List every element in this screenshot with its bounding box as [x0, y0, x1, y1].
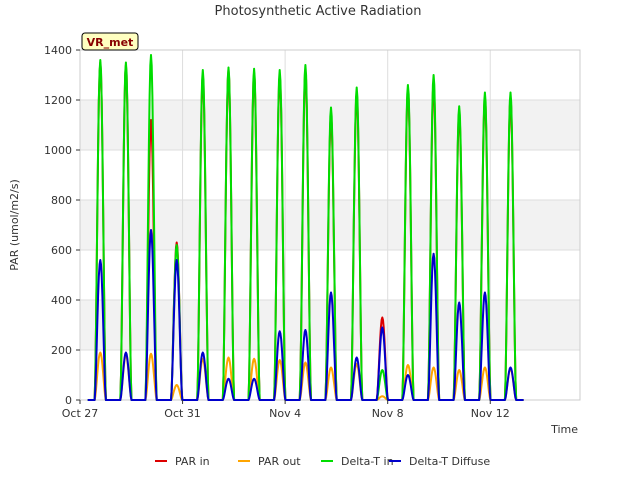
data-point	[150, 229, 152, 231]
data-point	[355, 86, 358, 89]
data-point	[125, 351, 127, 354]
data-point	[432, 74, 435, 76]
y-tick-label: 1200	[44, 94, 72, 107]
data-point	[227, 377, 230, 380]
data-point	[99, 351, 102, 354]
data-point	[458, 369, 461, 371]
data-point	[407, 84, 409, 86]
data-point	[407, 374, 409, 376]
x-tick-label: Nov 12	[471, 407, 510, 420]
data-point	[202, 351, 204, 354]
data-point	[509, 91, 512, 94]
x-tick-label: Nov 8	[372, 407, 404, 420]
data-point	[484, 91, 486, 94]
data-point	[304, 64, 307, 66]
data-point	[407, 364, 409, 366]
y-tick-label: 800	[51, 194, 72, 207]
data-point	[484, 291, 486, 294]
legend: PAR in PAR out Delta-T in Delta-T Diffuse	[155, 455, 490, 468]
y-tick-label: 600	[51, 244, 72, 257]
y-tick-label: 200	[51, 344, 72, 357]
x-tick-label: Oct 31	[164, 407, 201, 420]
data-point	[458, 301, 461, 304]
data-point	[304, 329, 307, 331]
site-label-badge: VR_met	[81, 32, 139, 51]
data-point	[150, 119, 152, 121]
data-point	[381, 326, 384, 329]
data-point	[330, 291, 332, 294]
data-point	[458, 105, 461, 108]
site-label-text: VR_met	[87, 36, 134, 49]
y-tick-label: 400	[51, 294, 72, 307]
data-point	[381, 395, 384, 398]
data-point	[381, 369, 384, 371]
data-point	[175, 259, 178, 261]
data-point	[253, 67, 255, 70]
y-axis-label: PAR (umol/m2/s)	[8, 179, 21, 271]
data-point	[381, 316, 384, 319]
data-point	[304, 361, 307, 364]
y-tick-label: 0	[65, 394, 72, 407]
data-point	[99, 59, 102, 61]
chart-title: Photosynthetic Active Radiation	[215, 4, 422, 19]
y-tick-label: 1400	[44, 44, 72, 57]
data-point	[278, 359, 281, 361]
x-axis-label: Time	[550, 423, 578, 436]
data-point	[125, 61, 127, 64]
legend-label: PAR in	[175, 455, 210, 468]
data-point	[509, 366, 512, 369]
legend-label: Delta-T Diffuse	[409, 455, 490, 468]
data-point	[202, 69, 204, 71]
legend-label: Delta-T in	[341, 455, 394, 468]
legend-label: PAR out	[258, 455, 301, 468]
data-point	[278, 69, 281, 71]
data-point	[175, 384, 178, 386]
data-point	[150, 54, 152, 56]
data-point	[253, 357, 255, 360]
data-point	[227, 66, 230, 69]
data-point	[355, 356, 358, 359]
data-point	[330, 106, 332, 109]
data-point	[150, 352, 152, 355]
y-tick-label: 1000	[44, 144, 72, 157]
data-point	[432, 252, 435, 255]
data-point	[484, 366, 486, 369]
data-point	[253, 377, 255, 380]
chart: Photosynthetic Active Radiation 0 200 400 6…	[8, 4, 581, 468]
series-line-par-out	[87, 351, 524, 401]
x-tick-label: Nov 4	[269, 407, 301, 420]
x-tick-label: Oct 27	[62, 407, 99, 420]
data-point	[227, 356, 230, 359]
data-point	[175, 244, 178, 246]
data-point	[278, 330, 281, 333]
data-point	[330, 366, 332, 369]
data-point	[99, 259, 102, 261]
data-point	[432, 366, 435, 369]
data-point	[175, 241, 178, 244]
